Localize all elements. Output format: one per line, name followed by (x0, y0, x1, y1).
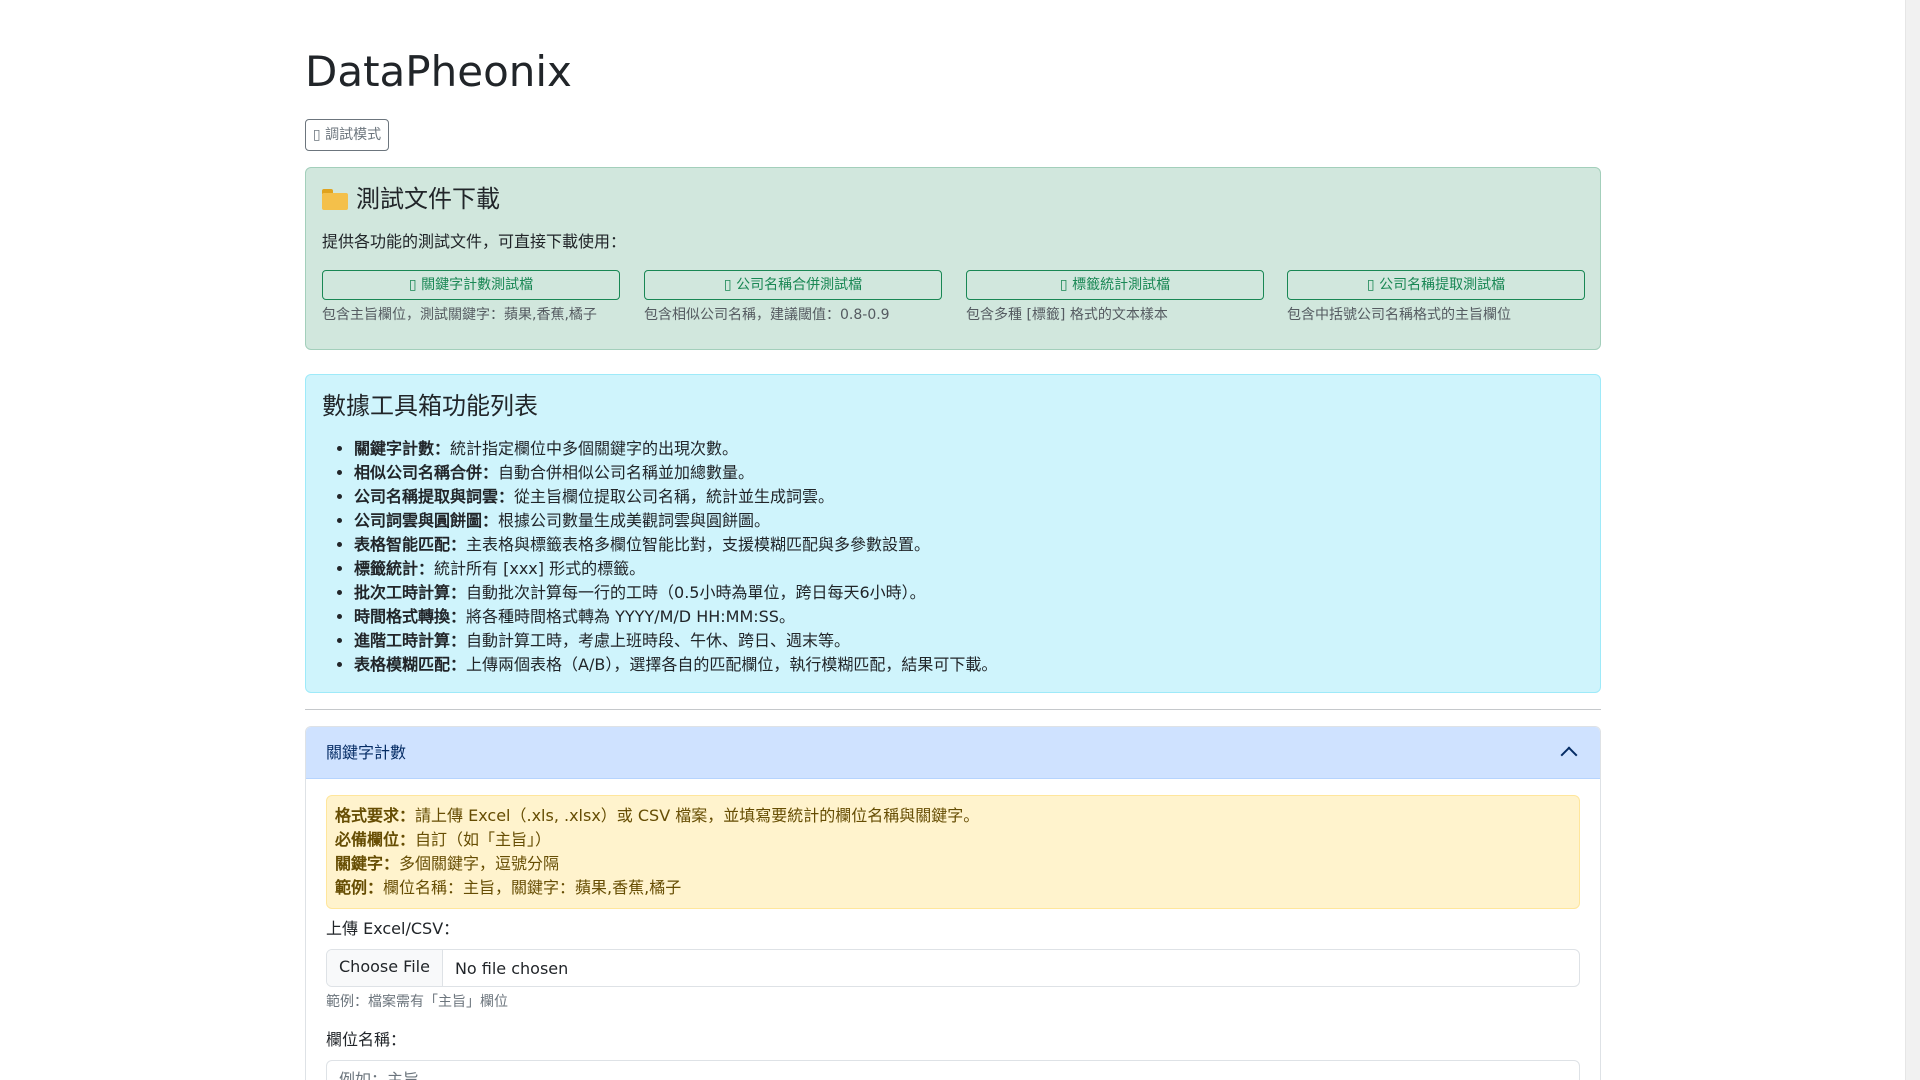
features-heading: 數據工具箱功能列表 (322, 392, 538, 420)
download-item: ▯ 關鍵字計數測試檔 包含主旨欄位，測試關鍵字：蘋果,香蕉,橘子 (322, 270, 620, 325)
alert-label: 格式要求： (335, 806, 416, 825)
feature-name: 批次工時計算： (354, 583, 467, 602)
list-item: 標籤統計：統計所有 [xxx] 形式的標籤。 (354, 557, 997, 581)
features-list: 關鍵字計數：統計指定欄位中多個關鍵字的出現次數。 相似公司名稱合併：自動合併相似… (354, 437, 997, 677)
download-icon: ▯ (408, 277, 417, 293)
list-item: 表格模糊匹配：上傳兩個表格（A/B），選擇各自的匹配欄位，執行模糊匹配，結果可下… (354, 653, 997, 677)
debug-mode-label: 調試模式 (325, 127, 382, 143)
feature-desc: 統計指定欄位中多個關鍵字的出現次數。 (450, 439, 739, 458)
accordion-header-keyword-count[interactable]: 關鍵字計數 (306, 727, 1600, 779)
download-tag-stats-test-button[interactable]: ▯ 標籤統計測試檔 (966, 270, 1264, 300)
list-item: 公司詞雲與圓餅圖：根據公司數量生成美觀詞雲與圓餅圖。 (354, 509, 997, 533)
accordion-header-label: 關鍵字計數 (326, 743, 407, 762)
column-name-label: 欄位名稱： (326, 1030, 407, 1049)
download-company-merge-test-button[interactable]: ▯ 公司名稱合併測試檔 (644, 270, 942, 300)
divider (305, 709, 1601, 710)
alert-text: 請上傳 Excel（.xls, .xlsx）或 CSV 檔案，並填寫要統計的欄位… (415, 806, 980, 825)
test-files-heading-text: 測試文件下載 (356, 185, 500, 213)
feature-name: 表格模糊匹配： (354, 655, 467, 674)
download-item: ▯ 標籤統計測試檔 包含多種 [標籤] 格式的文本樣本 (966, 270, 1264, 325)
feature-name: 相似公司名稱合併： (354, 463, 499, 482)
feature-desc: 自動計算工時，考慮上班時段、午休、跨日、週末等。 (466, 631, 851, 650)
feature-desc: 將各種時間格式轉為 YYYY/M/D HH:MM:SS。 (466, 607, 795, 626)
file-status: No file chosen (454, 958, 569, 978)
feature-name: 公司詞雲與圓餅圖： (354, 511, 499, 530)
download-note: 包含主旨欄位，測試關鍵字：蘋果,香蕉,橘子 (322, 307, 597, 323)
download-icon: ▯ (1059, 277, 1068, 293)
feature-desc: 主表格與標籤表格多欄位智能比對，支援模糊匹配與多參數設置。 (466, 535, 931, 554)
folder-icon (322, 189, 348, 210)
format-requirements-alert: 格式要求：請上傳 Excel（.xls, .xlsx）或 CSV 檔案，並填寫要… (326, 795, 1580, 909)
page-title: DataPheonix (305, 47, 572, 96)
download-item: ▯ 公司名稱提取測試檔 包含中括號公司名稱格式的主旨欄位 (1287, 270, 1585, 325)
test-files-card: 測試文件下載 提供各功能的測試文件，可直接下載使用： ▯ 關鍵字計數測試檔 包含… (305, 167, 1601, 350)
list-item: 進階工時計算：自動計算工時，考慮上班時段、午休、跨日、週末等。 (354, 629, 997, 653)
download-label: 關鍵字計數測試檔 (421, 277, 534, 293)
feature-name: 標籤統計： (354, 559, 435, 578)
feature-desc: 自動批次計算每一行的工時（0.5小時為單位，跨日每天6小時）。 (466, 583, 926, 602)
feature-name: 時間格式轉換： (354, 607, 467, 626)
alert-line: 必備欄位：自訂（如「主旨」） (335, 828, 1571, 852)
chevron-up-icon (1560, 746, 1578, 764)
choose-file-button[interactable]: Choose File (327, 950, 443, 986)
feature-name: 表格智能匹配： (354, 535, 467, 554)
download-note: 包含中括號公司名稱格式的主旨欄位 (1287, 307, 1511, 323)
download-icon: ▯ (723, 277, 732, 293)
alert-text: 欄位名稱：主旨，關鍵字：蘋果,香蕉,橘子 (383, 878, 682, 897)
alert-text: 自訂（如「主旨」） (415, 830, 552, 849)
download-label: 公司名稱提取測試檔 (1379, 277, 1506, 293)
list-item: 公司名稱提取與詞雲：從主旨欄位提取公司名稱，統計並生成詞雲。 (354, 485, 997, 509)
feature-name: 公司名稱提取與詞雲： (354, 487, 515, 506)
feature-desc: 上傳兩個表格（A/B），選擇各自的匹配欄位，執行模糊匹配，結果可下載。 (466, 655, 998, 674)
download-label: 標籤統計測試檔 (1072, 277, 1171, 293)
alert-label: 關鍵字： (335, 854, 400, 873)
alert-line: 格式要求：請上傳 Excel（.xls, .xlsx）或 CSV 檔案，並填寫要… (335, 804, 1571, 828)
upload-hint: 範例：檔案需有「主旨」欄位 (326, 994, 508, 1010)
keyword-count-accordion: 關鍵字計數 格式要求：請上傳 Excel（.xls, .xlsx）或 CSV 檔… (305, 726, 1601, 1080)
feature-desc: 統計所有 [xxx] 形式的標籤。 (434, 559, 646, 578)
feature-name: 進階工時計算： (354, 631, 467, 650)
feature-desc: 自動合併相似公司名稱並加總數量。 (498, 463, 755, 482)
list-item: 表格智能匹配：主表格與標籤表格多欄位智能比對，支援模糊匹配與多參數設置。 (354, 533, 997, 557)
bug-icon: ▯ (312, 127, 321, 143)
list-item: 關鍵字計數：統計指定欄位中多個關鍵字的出現次數。 (354, 437, 997, 461)
download-company-extract-test-button[interactable]: ▯ 公司名稱提取測試檔 (1287, 270, 1585, 300)
list-item: 時間格式轉換：將各種時間格式轉為 YYYY/M/D HH:MM:SS。 (354, 605, 997, 629)
download-item: ▯ 公司名稱合併測試檔 包含相似公司名稱，建議閾值：0.8-0.9 (644, 270, 942, 325)
list-item: 相似公司名稱合併：自動合併相似公司名稱並加總數量。 (354, 461, 997, 485)
column-name-input[interactable] (326, 1060, 1580, 1080)
download-note: 包含相似公司名稱，建議閾值：0.8-0.9 (644, 307, 890, 323)
features-card: 數據工具箱功能列表 關鍵字計數：統計指定欄位中多個關鍵字的出現次數。 相似公司名… (305, 374, 1601, 693)
download-label: 公司名稱合併測試檔 (736, 277, 863, 293)
test-files-description: 提供各功能的測試文件，可直接下載使用： (322, 232, 627, 251)
accordion-body: 格式要求：請上傳 Excel（.xls, .xlsx）或 CSV 檔案，並填寫要… (306, 779, 1600, 1080)
feature-desc: 根據公司數量生成美觀詞雲與圓餅圖。 (498, 511, 771, 530)
feature-desc: 從主旨欄位提取公司名稱，統計並生成詞雲。 (514, 487, 835, 506)
download-keyword-test-button[interactable]: ▯ 關鍵字計數測試檔 (322, 270, 620, 300)
alert-text: 多個關鍵字，逗號分隔 (399, 854, 560, 873)
alert-label: 必備欄位： (335, 830, 416, 849)
alert-line: 關鍵字：多個關鍵字，逗號分隔 (335, 852, 1571, 876)
debug-mode-button[interactable]: ▯ 調試模式 (305, 119, 389, 151)
test-files-heading: 測試文件下載 (322, 182, 500, 216)
upload-label: 上傳 Excel/CSV： (326, 919, 460, 938)
download-icon: ▯ (1366, 277, 1375, 293)
alert-line: 範例：欄位名稱：主旨，關鍵字：蘋果,香蕉,橘子 (335, 876, 1571, 900)
feature-name: 關鍵字計數： (354, 439, 451, 458)
page-scrollbar[interactable] (1905, 0, 1920, 1080)
file-upload-input[interactable]: Choose File No file chosen (326, 949, 1580, 987)
download-note: 包含多種 [標籤] 格式的文本樣本 (966, 307, 1168, 323)
list-item: 批次工時計算：自動批次計算每一行的工時（0.5小時為單位，跨日每天6小時）。 (354, 581, 997, 605)
alert-label: 範例： (335, 878, 384, 897)
